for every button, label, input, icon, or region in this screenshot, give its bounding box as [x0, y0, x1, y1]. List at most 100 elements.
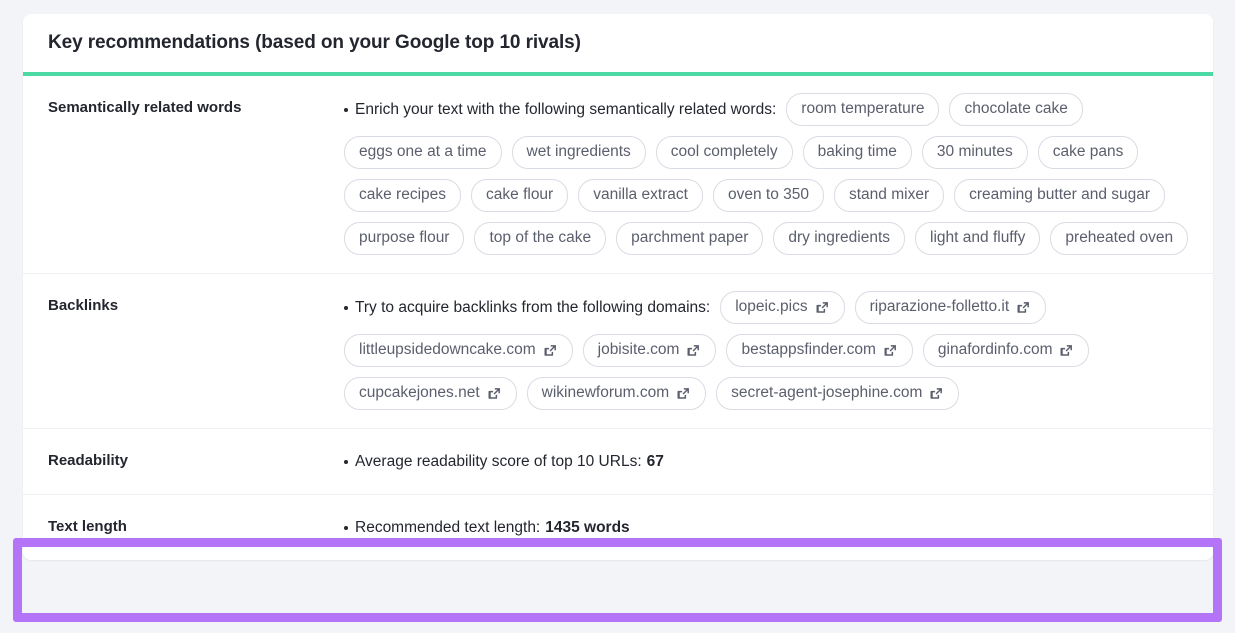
section-row-text-length: Text length Recommended text length: 143…	[23, 495, 1213, 560]
chip-label: dry ingredients	[788, 229, 890, 247]
page-title: Key recommendations (based on your Googl…	[48, 30, 1189, 56]
chip-label: cool completely	[671, 143, 778, 161]
semantic-word-chip[interactable]: chocolate cake	[949, 93, 1082, 126]
backlink-domain-chip[interactable]: wikinewforum.com	[527, 377, 706, 410]
semantic-word-chip[interactable]: cool completely	[656, 136, 793, 169]
chip-label: light and fluffy	[930, 229, 1025, 247]
section-row-backlinks: Backlinks Try to acquire backlinks from …	[23, 274, 1213, 429]
external-link-icon	[676, 386, 691, 401]
semantic-word-chip[interactable]: cake flour	[471, 179, 568, 212]
text-length-line: Recommended text length: 1435 words	[344, 516, 1193, 540]
section-label-text-length: Text length	[48, 513, 344, 538]
readability-bullet: Average readability score of top 10 URLs…	[344, 450, 664, 474]
external-link-icon	[883, 343, 898, 358]
semantic-word-chip[interactable]: stand mixer	[834, 179, 944, 212]
section-row-semantic-words: Semantically related words Enrich your t…	[23, 76, 1213, 274]
semantic-words-bullet-label: Enrich your text with the following sema…	[355, 98, 776, 122]
backlinks-list: Try to acquire backlinks from the follow…	[344, 291, 1193, 410]
semantic-word-chip[interactable]: purpose flour	[344, 222, 464, 255]
bullet-dot-icon	[344, 108, 348, 112]
section-label-semantic-words: Semantically related words	[48, 92, 344, 119]
chip-label: wet ingredients	[527, 143, 631, 161]
chip-label: room temperature	[801, 100, 924, 118]
chip-label: parchment paper	[631, 229, 748, 247]
chip-label: cupcakejones.net	[359, 384, 480, 402]
semantic-word-chip[interactable]: cake recipes	[344, 179, 461, 212]
chip-label: ginafordinfo.com	[938, 341, 1053, 359]
section-content-backlinks: Try to acquire backlinks from the follow…	[344, 290, 1193, 410]
chip-label: top of the cake	[489, 229, 591, 247]
backlink-domain-chip[interactable]: lopeic.pics	[720, 291, 844, 324]
backlinks-bullet: Try to acquire backlinks from the follow…	[344, 296, 710, 320]
semantic-word-chip[interactable]: parchment paper	[616, 222, 763, 255]
semantic-word-chip[interactable]: eggs one at a time	[344, 136, 502, 169]
section-label-readability: Readability	[48, 447, 344, 472]
semantic-word-chip[interactable]: oven to 350	[713, 179, 824, 212]
readability-score-value: 67	[647, 450, 664, 474]
section-content-readability: Average readability score of top 10 URLs…	[344, 447, 1193, 474]
page-root: Key recommendations (based on your Googl…	[0, 0, 1235, 633]
chip-label: littleupsidedowncake.com	[359, 341, 536, 359]
semantic-word-chip[interactable]: vanilla extract	[578, 179, 703, 212]
bullet-dot-icon	[344, 526, 348, 530]
readability-bullet-label: Average readability score of top 10 URLs…	[355, 450, 642, 474]
backlink-domain-chip[interactable]: cupcakejones.net	[344, 377, 517, 410]
backlink-domain-chip[interactable]: littleupsidedowncake.com	[344, 334, 573, 367]
readability-line: Average readability score of top 10 URLs…	[344, 450, 1193, 474]
section-row-readability: Readability Average readability score of…	[23, 429, 1213, 495]
chip-label: stand mixer	[849, 186, 929, 204]
chip-label: baking time	[818, 143, 897, 161]
semantic-word-chip[interactable]: dry ingredients	[773, 222, 905, 255]
semantic-word-chip[interactable]: preheated oven	[1050, 222, 1188, 255]
section-content-semantic-words: Enrich your text with the following sema…	[344, 92, 1193, 255]
chip-label: purpose flour	[359, 229, 449, 247]
chip-label: cake flour	[486, 186, 553, 204]
external-link-icon	[543, 343, 558, 358]
backlink-domain-chip[interactable]: ginafordinfo.com	[923, 334, 1090, 367]
external-link-icon	[686, 343, 701, 358]
external-link-icon	[815, 300, 830, 315]
backlink-domain-chip[interactable]: riparazione-folletto.it	[855, 291, 1047, 324]
chip-label: jobisite.com	[598, 341, 680, 359]
semantic-word-chip[interactable]: creaming butter and sugar	[954, 179, 1165, 212]
chip-label: preheated oven	[1065, 229, 1173, 247]
text-length-bullet-label: Recommended text length:	[355, 516, 540, 540]
backlink-domain-chip[interactable]: secret-agent-josephine.com	[716, 377, 959, 410]
semantic-words-list: Enrich your text with the following sema…	[344, 93, 1193, 255]
key-recommendations-card: Key recommendations (based on your Googl…	[23, 14, 1213, 560]
chip-label: 30 minutes	[937, 143, 1013, 161]
semantic-word-chip[interactable]: baking time	[803, 136, 912, 169]
text-length-value: 1435 words	[545, 516, 629, 540]
semantic-word-chip[interactable]: 30 minutes	[922, 136, 1028, 169]
bullet-dot-icon	[344, 460, 348, 464]
chip-label: creaming butter and sugar	[969, 186, 1150, 204]
chip-label: secret-agent-josephine.com	[731, 384, 922, 402]
semantic-word-chip[interactable]: wet ingredients	[512, 136, 646, 169]
chip-label: eggs one at a time	[359, 143, 487, 161]
chip-label: riparazione-folletto.it	[870, 298, 1010, 316]
chip-label: wikinewforum.com	[542, 384, 669, 402]
semantic-word-chip[interactable]: top of the cake	[474, 222, 606, 255]
section-label-backlinks: Backlinks	[48, 290, 344, 317]
section-content-text-length: Recommended text length: 1435 words	[344, 513, 1193, 540]
chip-label: cake pans	[1053, 143, 1124, 161]
semantic-word-chip[interactable]: cake pans	[1038, 136, 1139, 169]
chip-label: oven to 350	[728, 186, 809, 204]
external-link-icon	[1059, 343, 1074, 358]
chip-label: cake recipes	[359, 186, 446, 204]
external-link-icon	[929, 386, 944, 401]
semantic-words-bullet: Enrich your text with the following sema…	[344, 98, 776, 122]
external-link-icon	[1016, 300, 1031, 315]
semantic-word-chip[interactable]: room temperature	[786, 93, 939, 126]
backlinks-bullet-label: Try to acquire backlinks from the follow…	[355, 296, 710, 320]
semantic-word-chip[interactable]: light and fluffy	[915, 222, 1040, 255]
backlink-domain-chip[interactable]: bestappsfinder.com	[726, 334, 912, 367]
chip-label: bestappsfinder.com	[741, 341, 875, 359]
card-header: Key recommendations (based on your Googl…	[23, 14, 1213, 76]
chip-label: vanilla extract	[593, 186, 688, 204]
backlink-domain-chip[interactable]: jobisite.com	[583, 334, 717, 367]
bullet-dot-icon	[344, 306, 348, 310]
chip-label: chocolate cake	[964, 100, 1067, 118]
chip-label: lopeic.pics	[735, 298, 807, 316]
external-link-icon	[487, 386, 502, 401]
